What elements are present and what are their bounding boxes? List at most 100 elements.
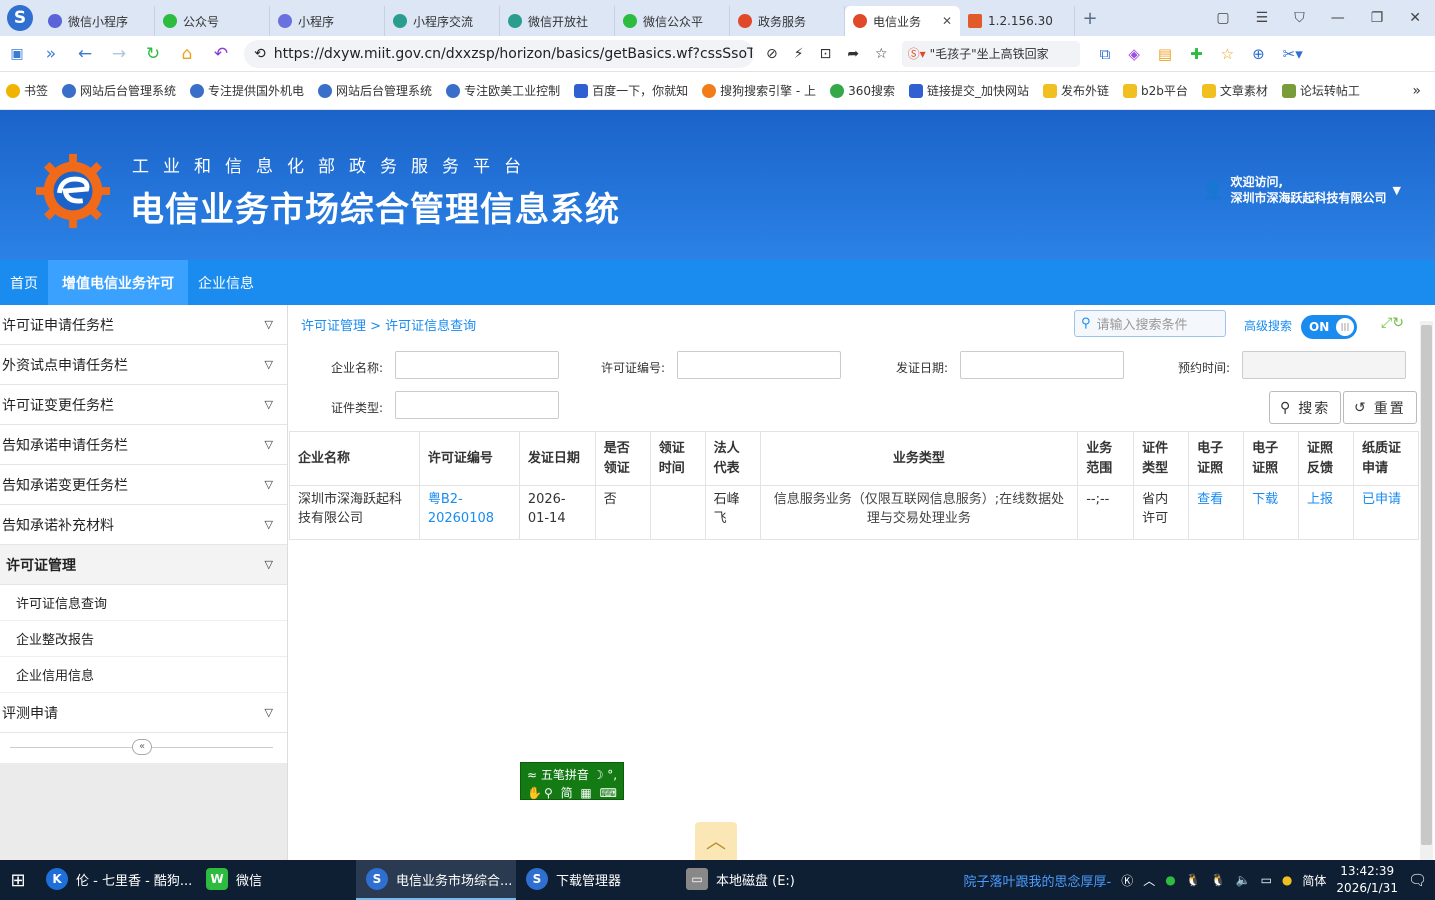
tray-expand-icon[interactable]: ︿ (1143, 872, 1155, 889)
bookmark-item[interactable]: 360搜索 (830, 82, 895, 99)
bookmark-item[interactable]: 论坛转帖工 (1281, 82, 1360, 99)
bookmark-item[interactable]: 链接提交_加快网站 (908, 82, 1029, 99)
screenshot-icon[interactable]: ⊡ (820, 46, 832, 62)
sidebar-item-license-management[interactable]: 许可证管理 ▽ (0, 545, 287, 585)
new-tab-icon[interactable]: + (1075, 8, 1105, 29)
taskbar-item-kugou[interactable]: K伦 - 七里香 - 酷狗... (36, 860, 196, 900)
refresh-icon[interactable]: ↻ (136, 44, 170, 64)
forward-icon[interactable]: → (102, 44, 136, 64)
ime-toolbar[interactable]: ≈ 五笔拼音 ☽ °, ✋⚲ 简 ▦ ⌨ (520, 762, 624, 800)
breadcrumb[interactable]: 许可证管理 > 许可证信息查询 (301, 315, 476, 334)
search-button[interactable]: ⚲ 搜索 (1269, 391, 1342, 424)
nav-home[interactable]: 首页 (0, 260, 48, 305)
ime-tray-icon[interactable]: ● (1282, 873, 1292, 887)
qq-icon[interactable]: 🐧 (1186, 873, 1201, 887)
more-bookmarks-icon[interactable]: » (1412, 83, 1421, 99)
sidebar-item-license-apply[interactable]: 许可证申请任务栏 ▽ (0, 305, 287, 345)
vertical-scrollbar[interactable] (1420, 321, 1433, 860)
browser-logo-icon[interactable]: S (0, 0, 40, 36)
restore-icon[interactable]: ❐ (1371, 10, 1384, 26)
undo-icon[interactable]: ↶ (204, 44, 238, 64)
cert-type-input[interactable] (395, 391, 559, 419)
more-nav-icon[interactable]: » (34, 44, 68, 64)
bookmark-item[interactable]: 专注提供国外机电 (190, 82, 304, 99)
taskbar-item-wechat[interactable]: W 微信 (196, 860, 356, 900)
tab-1[interactable]: 公众号 (155, 6, 270, 36)
sidebar-toggle-icon[interactable]: ▢ (1216, 10, 1229, 26)
sidebar-item-license-change[interactable]: 许可证变更任务栏 ▽ (0, 385, 287, 425)
download-icon[interactable]: ⊕ (1252, 45, 1265, 63)
menu-icon[interactable]: ☰ (1256, 10, 1269, 26)
advanced-search-label[interactable]: 高级搜索 (1244, 317, 1292, 334)
tab-0[interactable]: 微信小程序 (40, 6, 155, 36)
minimize-icon[interactable]: — (1331, 10, 1345, 26)
sidebar-item-notify-supplement[interactable]: 告知承诺补充材料 ▽ (0, 505, 287, 545)
sidebar-subitem-license-query[interactable]: 许可证信息查询 (0, 585, 287, 621)
bookmark-item[interactable]: 搜狗搜索引擎 - 上 (702, 82, 816, 99)
feedback-report-link[interactable]: 上报 (1307, 492, 1333, 507)
expand-refresh-icon[interactable]: ⤢↻ (1381, 315, 1404, 331)
network-icon[interactable]: ▭ (1261, 873, 1272, 887)
translate-icon[interactable]: ⧉ (1100, 45, 1111, 63)
taskbar-item-disk[interactable]: ▭ 本地磁盘 (E:) (676, 860, 836, 900)
bookmark-item[interactable]: 专注欧美工业控制 (446, 82, 560, 99)
bookmark-item[interactable]: 网站后台管理系统 (62, 82, 176, 99)
bookmark-folder[interactable]: 文章素材 (1201, 82, 1268, 99)
tab-5[interactable]: 微信公众平 (615, 6, 730, 36)
view-e-license-link[interactable]: 查看 (1197, 492, 1223, 507)
tab-2[interactable]: 小程序 (270, 6, 385, 36)
clock[interactable]: 13:42:39 2026/1/31 (1336, 863, 1398, 897)
scrollbar-thumb[interactable] (1421, 325, 1432, 845)
sidebar-subitem-credit-info[interactable]: 企业信用信息 (0, 657, 287, 693)
skin-icon[interactable]: ⛉ (1294, 10, 1305, 26)
sidebar-item-foreign-pilot[interactable]: 外资试点申请任务栏 ▽ (0, 345, 287, 385)
tab-8[interactable]: 1.2.156.30 (960, 6, 1075, 36)
advanced-search-toggle[interactable]: ON ||| (1301, 315, 1357, 339)
url-input[interactable]: ⟲ https://dxyw.miit.gov.cn/dxxzsp/horizo… (244, 39, 754, 68)
appointment-time-input[interactable] (1242, 351, 1406, 379)
favorite-star-icon[interactable]: ☆ (875, 46, 888, 62)
collapse-sidebar-icon[interactable]: « (132, 739, 152, 755)
tools-icon[interactable]: ✂▾ (1283, 45, 1303, 63)
ai-icon[interactable]: ◈ (1128, 45, 1140, 63)
volume-icon[interactable]: 🔈 (1236, 873, 1251, 887)
language-indicator[interactable]: 简体 (1302, 872, 1326, 889)
bookmark-item[interactable]: 书签 (6, 82, 48, 99)
bookmark-star-icon[interactable]: ☆ (1221, 45, 1234, 63)
download-e-license-link[interactable]: 下载 (1252, 492, 1278, 507)
tab-active[interactable]: 电信业务 ✕ (845, 6, 960, 36)
windows-start-icon[interactable]: ⊞ (0, 860, 36, 900)
home-icon[interactable]: ⌂ (170, 44, 204, 64)
bookmark-folder[interactable]: 发布外链 (1042, 82, 1109, 99)
extension-icon[interactable]: ✚ (1190, 45, 1203, 63)
lightning-icon[interactable]: ⚡ (794, 46, 804, 62)
sidebar-subitem-rectification-report[interactable]: 企业整改报告 (0, 621, 287, 657)
back-to-top-icon[interactable]: ︿ (695, 822, 737, 860)
taskbar-item-download-manager[interactable]: S 下载管理器 (516, 860, 676, 900)
tab-3[interactable]: 小程序交流 (385, 6, 500, 36)
share-icon[interactable]: ➦ (847, 46, 859, 62)
bookmark-item[interactable]: 百度一下，你就知 (574, 82, 688, 99)
page-info-icon[interactable]: ⟲ (254, 46, 266, 62)
sidebar-item-evaluation[interactable]: 评测申请 ▽ (0, 693, 287, 733)
close-window-icon[interactable]: ✕ (1409, 10, 1421, 26)
nav-company-info[interactable]: 企业信息 (188, 260, 264, 305)
collect-icon[interactable]: ▤ (1158, 45, 1172, 63)
kugou-tray-icon[interactable]: Ⓚ (1121, 872, 1133, 889)
news-search-box[interactable]: Ⓢ▾ "毛孩子"坐上高铁回家 (901, 40, 1080, 67)
user-menu[interactable]: 👤 欢迎访问, 深圳市深海跃起科技有限公司 ▼ (1202, 174, 1401, 206)
license-no-input[interactable] (677, 351, 841, 379)
wechat-tray-icon[interactable]: ● (1165, 873, 1175, 887)
search-input[interactable]: ⚲ 请输入搜索条件 (1074, 310, 1226, 337)
nav-license[interactable]: 增值电信业务许可 (48, 260, 188, 305)
issue-date-input[interactable] (960, 351, 1124, 379)
tab-4[interactable]: 微信开放社 (500, 6, 615, 36)
paper-license-link[interactable]: 已申请 (1362, 492, 1401, 507)
reset-button[interactable]: ↺ 重置 (1343, 391, 1417, 424)
license-no-link[interactable]: 粤B2-20260108 (428, 492, 494, 526)
bookmark-item[interactable]: 网站后台管理系统 (318, 82, 432, 99)
taskbar-item-browser[interactable]: S 电信业务市场综合... (356, 860, 516, 900)
tab-6[interactable]: 政务服务 (730, 6, 845, 36)
sidebar-panel-icon[interactable]: ▣ (0, 46, 34, 62)
qq-icon[interactable]: 🐧 (1211, 873, 1226, 887)
